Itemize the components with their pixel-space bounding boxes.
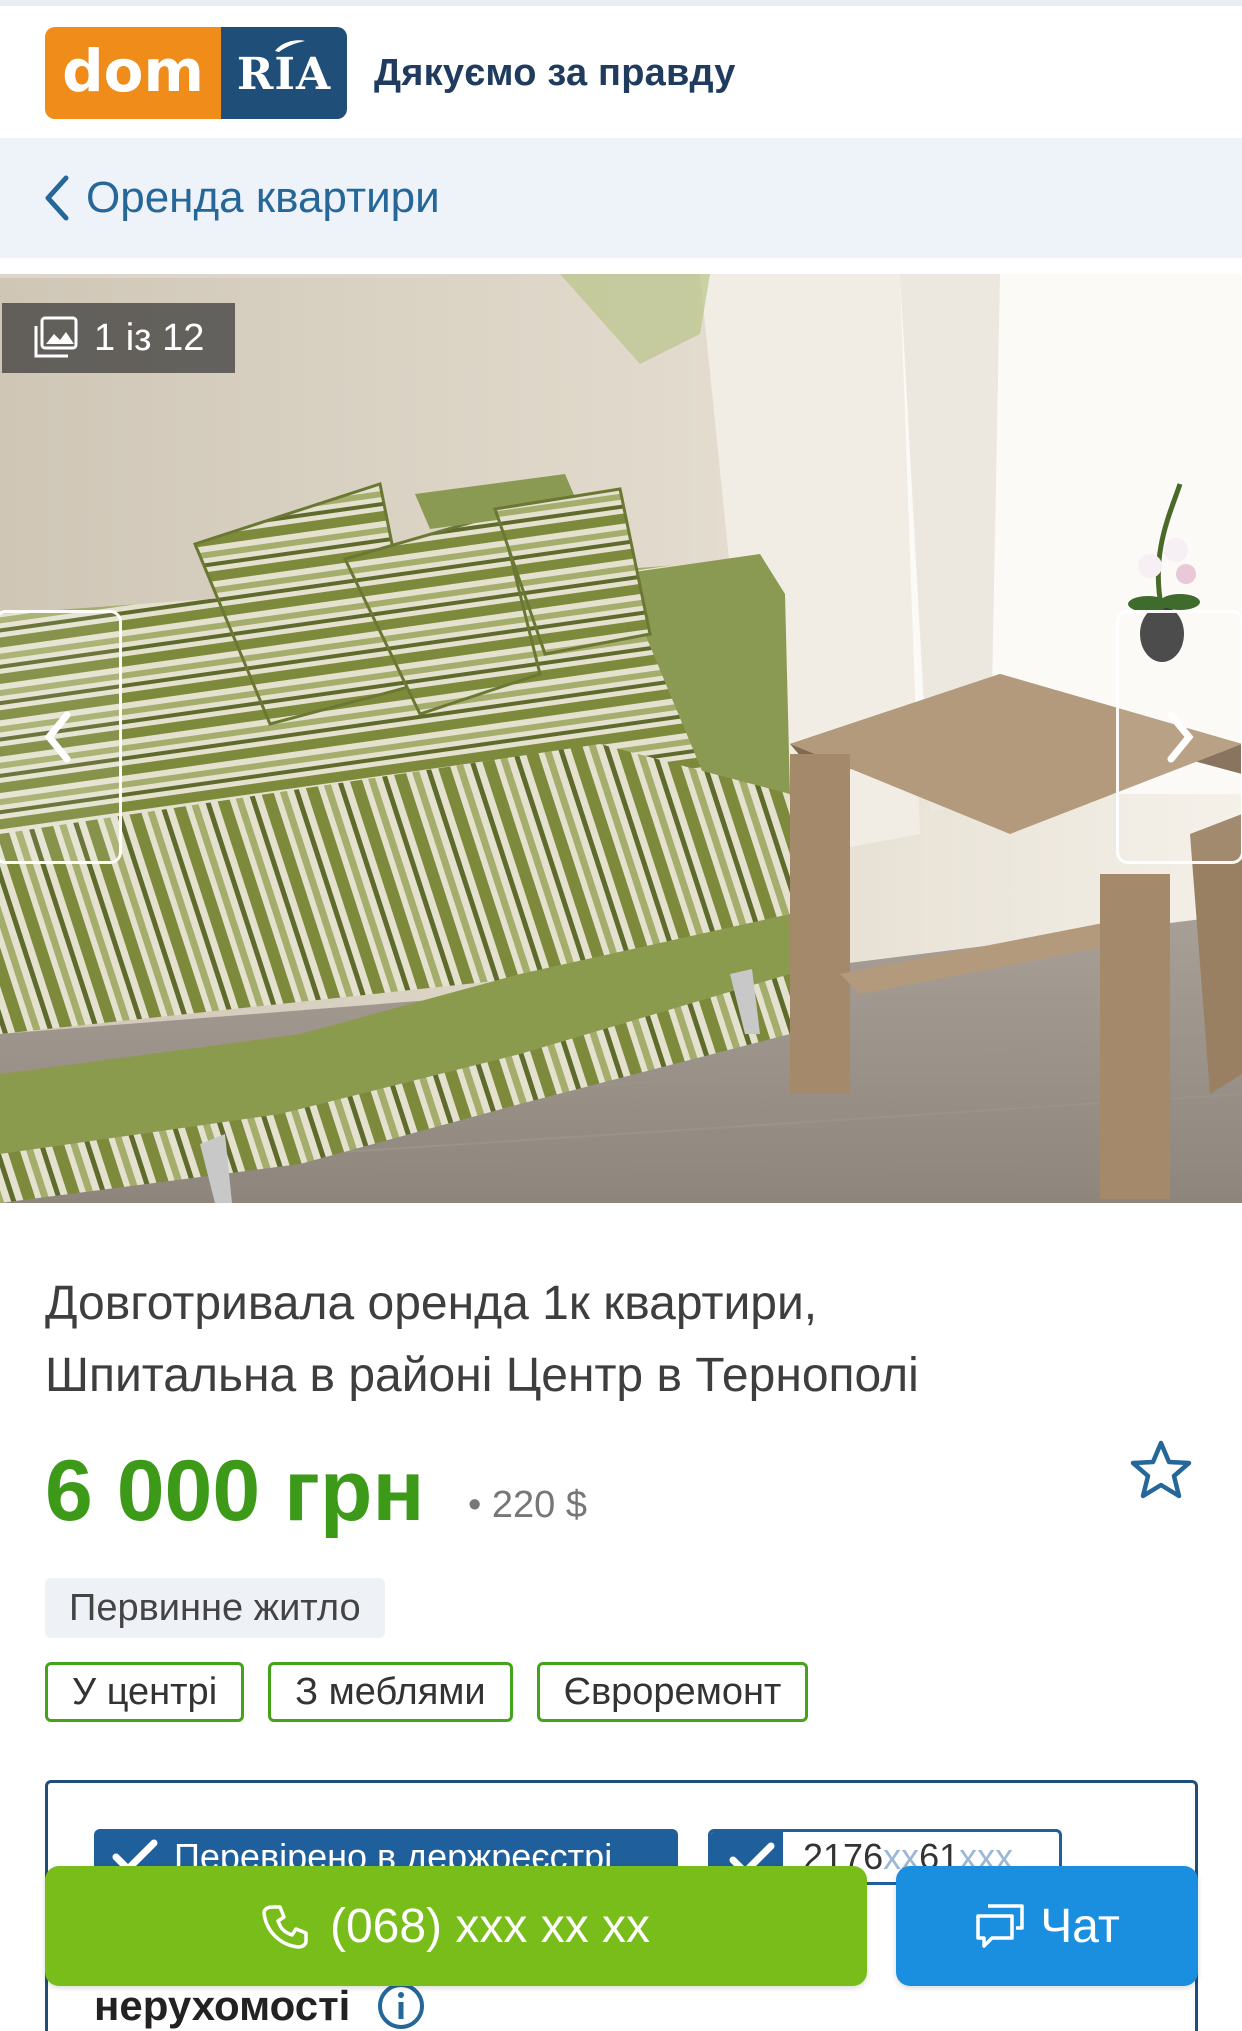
photo-gallery[interactable]: 1 із 12	[0, 274, 1242, 1203]
photo-counter: 1 із 12	[2, 303, 235, 373]
price-uah: 6 000 грн	[45, 1443, 425, 1539]
chevron-right-icon	[1167, 711, 1194, 763]
back-link[interactable]: Оренда квартири	[40, 168, 440, 228]
tag-renovation: Євроремонт	[536, 1662, 809, 1722]
header-slogan: Дякуємо за правду	[374, 52, 736, 94]
tag-furnished: З меблями	[268, 1662, 513, 1722]
dom-ria-logo[interactable]: dom RIA	[45, 27, 347, 119]
listing-title-line2: Шпитальна в районі Центр в Тернополі	[45, 1349, 919, 1402]
listing-title: Довготривала оренда 1к квартири, Шпиталь…	[45, 1268, 1205, 1412]
gallery-icon	[34, 316, 78, 358]
info-icon[interactable]	[376, 1981, 426, 2031]
call-button[interactable]: (068) xxx xx xx	[45, 1866, 867, 1986]
realty-row: нерухомості	[94, 1981, 426, 2031]
logo-dom-text: dom	[45, 27, 221, 119]
chevron-left-icon	[45, 175, 69, 221]
feature-tags: У центрі З меблями Євроремонт	[45, 1662, 809, 1722]
tag-center: У центрі	[45, 1662, 245, 1722]
logo-swoosh-icon	[275, 40, 305, 52]
chat-label: Чат	[1040, 1899, 1120, 1953]
chat-button[interactable]: Чат	[896, 1866, 1198, 1986]
phone-icon	[262, 1905, 308, 1949]
breadcrumb-label: Оренда квартири	[86, 173, 440, 222]
chat-bubbles-icon	[976, 1904, 1024, 1948]
photo-counter-label: 1 із 12	[94, 316, 205, 359]
logo-ria-text: RIA	[221, 27, 347, 119]
housing-type-badge: Первинне житло	[45, 1578, 385, 1638]
price-usd: • 220 $	[468, 1484, 587, 1526]
site-header: dom RIA Дякуємо за правду	[0, 6, 1242, 138]
call-label: (068) xxx xx xx	[329, 1899, 651, 1953]
next-photo-button[interactable]	[1116, 610, 1242, 864]
prev-photo-button[interactable]	[0, 610, 122, 864]
apartment-photo[interactable]	[0, 274, 1242, 1203]
listing-title-line1: Довготривала оренда 1к квартири,	[45, 1277, 818, 1330]
chevron-left-icon	[44, 711, 71, 763]
logo-ria-label: RIA	[236, 49, 332, 100]
breadcrumb: Оренда квартири	[0, 138, 1242, 258]
star-outline-icon[interactable]	[1128, 1438, 1194, 1504]
realty-label: нерухомості	[94, 1982, 351, 2029]
